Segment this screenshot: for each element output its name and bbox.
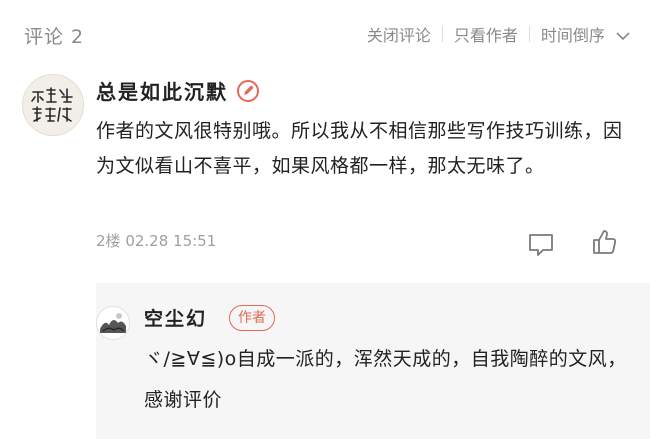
sort-order-button[interactable]: 时间倒序 — [541, 22, 630, 46]
comment-text: 作者的文风很特别哦。所以我从不相信那些写作技巧训练，因为文似看山不喜平，如果风格… — [96, 120, 623, 177]
ink-landscape-avatar — [100, 313, 126, 333]
pen-badge-icon — [236, 79, 260, 103]
user-avatar[interactable] — [22, 74, 84, 136]
comments-count-title: 评论 2 — [24, 26, 85, 48]
comment-icon[interactable] — [527, 230, 555, 258]
reply-item: 空尘幻 作者 ヾ/≧∀≦)o自成一派的，浑然天成的，自我陶醉的文风，感谢评价 — [96, 283, 650, 439]
divider — [441, 26, 443, 42]
calligraphy-avatar — [31, 87, 73, 122]
only-author-button[interactable]: 只看作者 — [454, 22, 518, 46]
header-actions: 关闭评论 只看作者 时间倒序 — [367, 22, 630, 46]
author-badge: 作者 — [229, 305, 275, 331]
author-row: 总是如此沉默 — [96, 76, 260, 105]
floor-number: 2楼 — [96, 232, 121, 250]
chevron-down-icon — [616, 26, 630, 45]
reply-author-name[interactable]: 空尘幻 — [144, 304, 207, 331]
close-comments-button[interactable]: 关闭评论 — [367, 22, 431, 46]
reply-text: ヾ/≧∀≦)o自成一派的，浑然天成的，自我陶醉的文风，感谢评价 — [144, 348, 627, 411]
comment-meta: 2楼 02.28 15:51 — [96, 230, 216, 251]
sort-order-label: 时间倒序 — [540, 26, 605, 45]
divider — [528, 26, 530, 42]
reply-avatar[interactable] — [96, 306, 130, 340]
comment-author-name[interactable]: 总是如此沉默 — [96, 76, 228, 105]
comment-timestamp: 02.28 15:51 — [125, 232, 217, 250]
comments-header: 评论 2 关闭评论 只看作者 时间倒序 — [0, 0, 650, 66]
thumbs-up-icon[interactable] — [590, 228, 618, 256]
